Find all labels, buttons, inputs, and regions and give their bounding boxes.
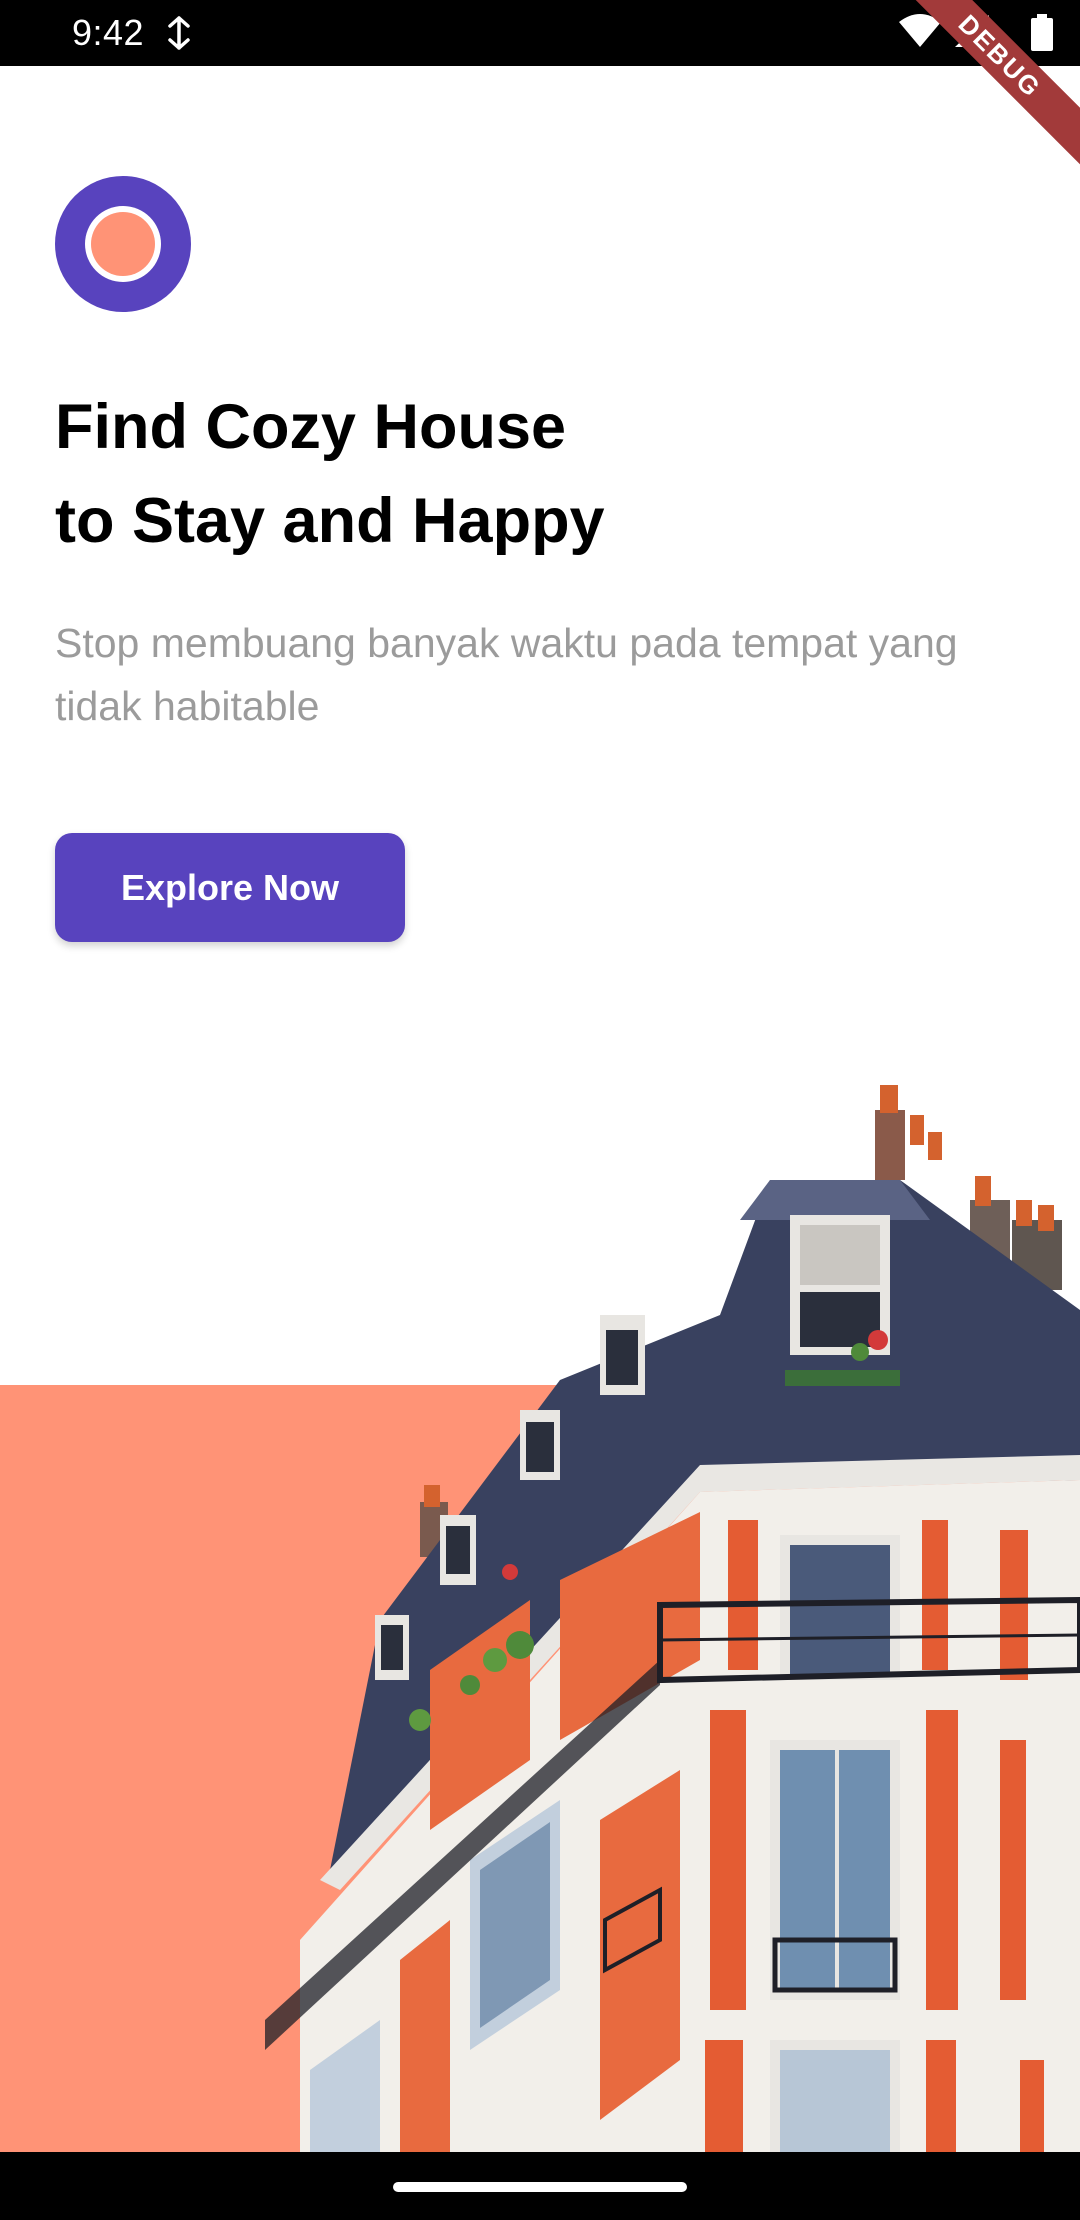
- page-title: Find Cozy House to Stay and Happy: [55, 380, 955, 568]
- status-bar: 9:42: [0, 0, 1080, 66]
- battery-icon: [1031, 14, 1053, 51]
- title-line-1: Find Cozy House: [55, 392, 567, 462]
- navigation-bar: [0, 2152, 1080, 2220]
- page-subtitle: Stop membuang banyak waktu pada tempat y…: [55, 620, 958, 729]
- logo-dot: [91, 212, 155, 276]
- explore-now-button[interactable]: Explore Now: [55, 833, 405, 942]
- app-logo: [55, 176, 191, 312]
- sync-icon: [168, 16, 190, 50]
- title-line-2: to Stay and Happy: [55, 486, 605, 556]
- status-time: 9:42: [72, 12, 145, 53]
- home-gesture-handle[interactable]: [393, 2182, 687, 2192]
- building-illustration: [0, 1085, 1080, 2152]
